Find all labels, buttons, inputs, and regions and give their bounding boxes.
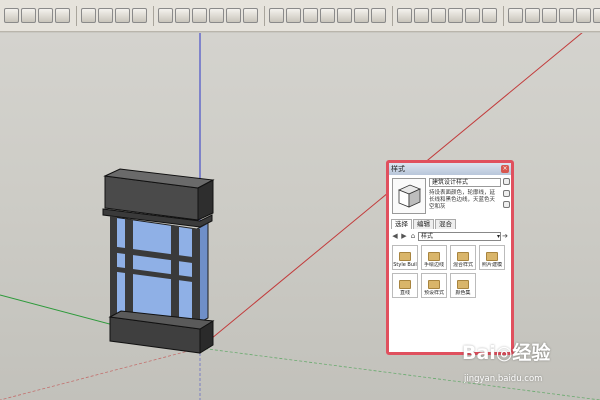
polygon-tool-icon[interactable] [371, 8, 386, 23]
folder-icon [428, 280, 440, 289]
folder-icon [457, 252, 469, 261]
red-axis-dashed [0, 347, 201, 400]
close-button[interactable]: × [501, 165, 509, 173]
update-style-icon[interactable] [503, 190, 510, 197]
details-arrow-icon[interactable]: ➔ [501, 232, 509, 240]
view-front-tool-icon[interactable] [192, 8, 207, 23]
toolbar-separator [503, 5, 504, 26]
line-tool-icon[interactable] [286, 8, 301, 23]
baidu-watermark: Bai◎经验 jingyan.baidu.com [462, 338, 600, 398]
zoom-tool-icon[interactable] [38, 8, 53, 23]
style-item[interactable]: 照片建模 [479, 245, 505, 270]
folder-icon [457, 280, 469, 289]
main-toolbar [0, 0, 600, 32]
cube-icon [397, 184, 422, 208]
paint-bucket-tool-icon[interactable] [115, 8, 130, 23]
zoom-extents-tool-icon[interactable] [55, 8, 70, 23]
scale-tool-icon[interactable] [465, 8, 480, 23]
style-preview-thumbnail [392, 178, 426, 214]
panel-title: 样式 [391, 165, 405, 173]
3d-text-tool-icon[interactable] [593, 8, 600, 23]
folder-icon [486, 252, 498, 261]
circle-tool-icon[interactable] [354, 8, 369, 23]
rotate-tool-icon[interactable] [431, 8, 446, 23]
watermark-logo: Bai◎经验 [462, 342, 551, 364]
home-icon[interactable]: ⌂ [409, 232, 417, 240]
component-tool-icon[interactable] [81, 8, 96, 23]
toolbar-separator [392, 5, 393, 26]
tab-mix[interactable]: 混合 [435, 219, 456, 229]
view-top-tool-icon[interactable] [175, 8, 190, 23]
refresh-icon[interactable] [503, 201, 510, 208]
mullion-right [192, 228, 200, 324]
freehand-tool-icon[interactable] [320, 8, 335, 23]
arc-tool-icon[interactable] [303, 8, 318, 23]
style-item[interactable]: 预设样式 [421, 273, 447, 298]
push-pull-tool-icon[interactable] [397, 8, 412, 23]
toolbar-separator [76, 5, 77, 26]
style-collection-grid: Style Buil 手绘边线 混合样式 照片建模 直线 预设样式 颜色集 [392, 245, 509, 298]
toolbar-separator [153, 5, 154, 26]
collection-nav: ◀ ▶ ⌂ 样式 ▾ ➔ [391, 231, 510, 241]
style-item[interactable]: 颜色集 [450, 273, 476, 298]
styles-panel: 样式 × 建筑设计样式 持设表面颜色，轮廓线，延长线和黑色边线，天蓝色天空和灰 … [386, 160, 514, 355]
mullion-left [110, 216, 117, 316]
lock-icon[interactable] [503, 178, 510, 185]
mullion-mid-2 [171, 225, 179, 321]
protractor-tool-icon[interactable] [542, 8, 557, 23]
view-right-tool-icon[interactable] [209, 8, 224, 23]
window-model [102, 168, 215, 354]
panel-tabs: 选择 编辑 混合 [391, 219, 457, 229]
toolbar-separator [264, 5, 265, 26]
dimension-tool-icon[interactable] [525, 8, 540, 23]
back-arrow-icon[interactable]: ◀ [391, 232, 399, 240]
offset-tool-icon[interactable] [482, 8, 497, 23]
tape-measure-tool-icon[interactable] [508, 8, 523, 23]
text-tool-icon[interactable] [559, 8, 574, 23]
layers-tool-icon[interactable] [132, 8, 147, 23]
style-item[interactable]: 混合样式 [450, 245, 476, 270]
style-item[interactable]: 手绘边线 [421, 245, 447, 270]
view-left-tool-icon[interactable] [243, 8, 258, 23]
chevron-down-icon: ▾ [496, 232, 500, 240]
axes-tool-icon[interactable] [576, 8, 591, 23]
select-tool-icon[interactable] [4, 8, 19, 23]
folder-icon [399, 252, 411, 261]
materials-tool-icon[interactable] [98, 8, 113, 23]
view-iso-tool-icon[interactable] [158, 8, 173, 23]
section-tool-icon[interactable] [269, 8, 284, 23]
collection-value: 样式 [421, 232, 434, 240]
style-description[interactable]: 持设表面颜色，轮廓线，延长线和黑色边线，天蓝色天空和灰 [429, 190, 499, 211]
folder-icon [399, 280, 411, 289]
forward-arrow-icon[interactable]: ▶ [400, 232, 408, 240]
tab-edit[interactable]: 编辑 [413, 219, 434, 229]
panel-title-bar[interactable]: 样式 × [389, 163, 511, 175]
style-name-field[interactable]: 建筑设计样式 [429, 178, 501, 187]
rectangle-tool-icon[interactable] [337, 8, 352, 23]
style-item[interactable]: 直线 [392, 273, 418, 298]
follow-me-tool-icon[interactable] [448, 8, 463, 23]
collection-dropdown[interactable]: 样式 ▾ [418, 231, 501, 241]
move-tool-icon[interactable] [414, 8, 429, 23]
style-item[interactable]: Style Buil [392, 245, 418, 270]
eraser-tool-icon[interactable] [21, 8, 36, 23]
folder-icon [428, 252, 440, 261]
tab-select[interactable]: 选择 [391, 219, 412, 229]
view-back-tool-icon[interactable] [226, 8, 241, 23]
watermark-url: jingyan.baidu.com [464, 374, 543, 384]
